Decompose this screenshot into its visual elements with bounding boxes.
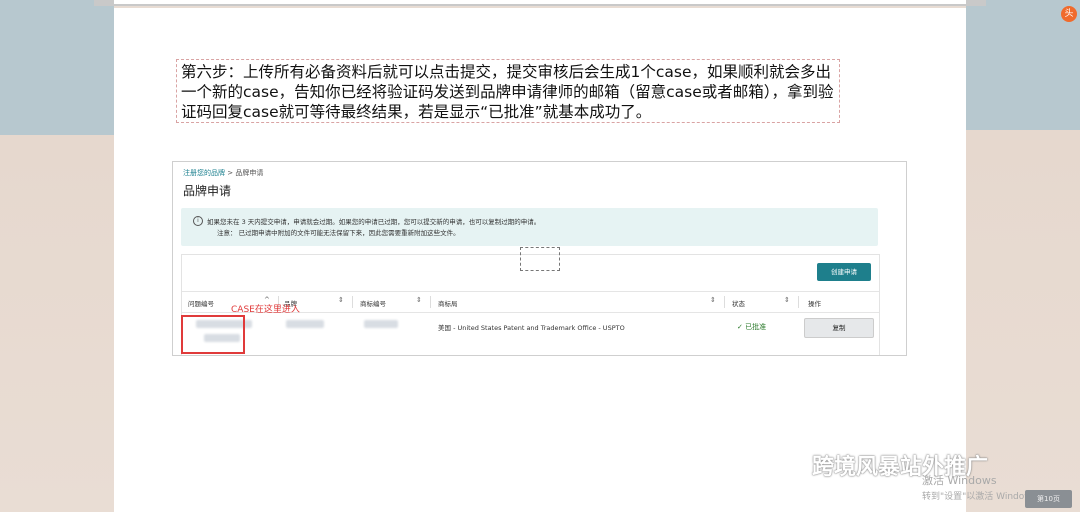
trademark-number-redacted bbox=[364, 320, 398, 328]
notice-line-2: 注意： 已过期申请中附加的文件可能无法保留下来，因此您需要重新附加这些文件。 bbox=[217, 229, 460, 237]
column-header-case-id[interactable]: 问题编号 bbox=[188, 298, 214, 308]
app-badge-icon[interactable]: 头 bbox=[1061, 6, 1077, 22]
selection-placeholder[interactable] bbox=[520, 247, 560, 271]
previous-slide-edge bbox=[94, 0, 986, 6]
background-right bbox=[966, 0, 1080, 512]
column-header-action: 操作 bbox=[808, 300, 821, 308]
table-row: 美国 - United States Patent and Trademark … bbox=[182, 312, 879, 352]
notice-banner: i 如果您未在 3 天内提交申请，申请就会过期。如果您的申请已过期，您可以提交新… bbox=[181, 208, 878, 246]
brand-redacted bbox=[286, 320, 324, 328]
breadcrumb-current: 品牌申请 bbox=[235, 169, 264, 177]
status-badge: ✓ 已批准 bbox=[737, 322, 766, 332]
breadcrumb-separator: > bbox=[227, 169, 234, 177]
step-text-box[interactable]: 第六步：上传所有必备资料后就可以点击提交，提交审核后会生成1个case，如果顺利… bbox=[176, 59, 840, 123]
wechat-icon bbox=[782, 451, 808, 472]
sort-icon[interactable]: ⇕ bbox=[416, 296, 422, 304]
breadcrumb: 注册您的品牌 > 品牌申请 bbox=[183, 168, 263, 178]
column-header-trademark-number[interactable]: 商标编号 bbox=[360, 298, 386, 308]
check-icon: ✓ bbox=[737, 323, 746, 331]
sort-icon[interactable]: ⇕ bbox=[338, 296, 344, 304]
copy-button[interactable]: 复制 bbox=[804, 318, 874, 338]
activate-windows-title: 激活 Windows bbox=[922, 474, 997, 487]
column-header-status[interactable]: 状态 bbox=[732, 298, 745, 308]
sort-icon[interactable]: ⇕ bbox=[784, 296, 790, 304]
notice-line-1: 如果您未在 3 天内提交申请，申请就会过期。如果您的申请已过期，您可以提交新的申… bbox=[207, 218, 541, 226]
background-left bbox=[0, 0, 114, 512]
create-application-button[interactable]: 创建申请 bbox=[817, 263, 871, 281]
page-indicator-button[interactable]: 第10页 bbox=[1025, 490, 1072, 508]
case-annotation: CASE在这里进入 bbox=[231, 305, 300, 315]
trademark-office-value: 美国 - United States Patent and Trademark … bbox=[438, 324, 625, 332]
highlight-box bbox=[181, 315, 245, 354]
info-icon: i bbox=[193, 216, 203, 226]
step-text: 第六步：上传所有必备资料后就可以点击提交，提交审核后会生成1个case，如果顺利… bbox=[181, 63, 834, 121]
breadcrumb-link[interactable]: 注册您的品牌 bbox=[183, 169, 225, 177]
page-title: 品牌申请 bbox=[183, 184, 232, 198]
sort-icon[interactable]: ⇕ bbox=[710, 296, 716, 304]
status-text: 已批准 bbox=[745, 323, 767, 331]
column-header-trademark-office[interactable]: 商标局 bbox=[438, 298, 458, 308]
